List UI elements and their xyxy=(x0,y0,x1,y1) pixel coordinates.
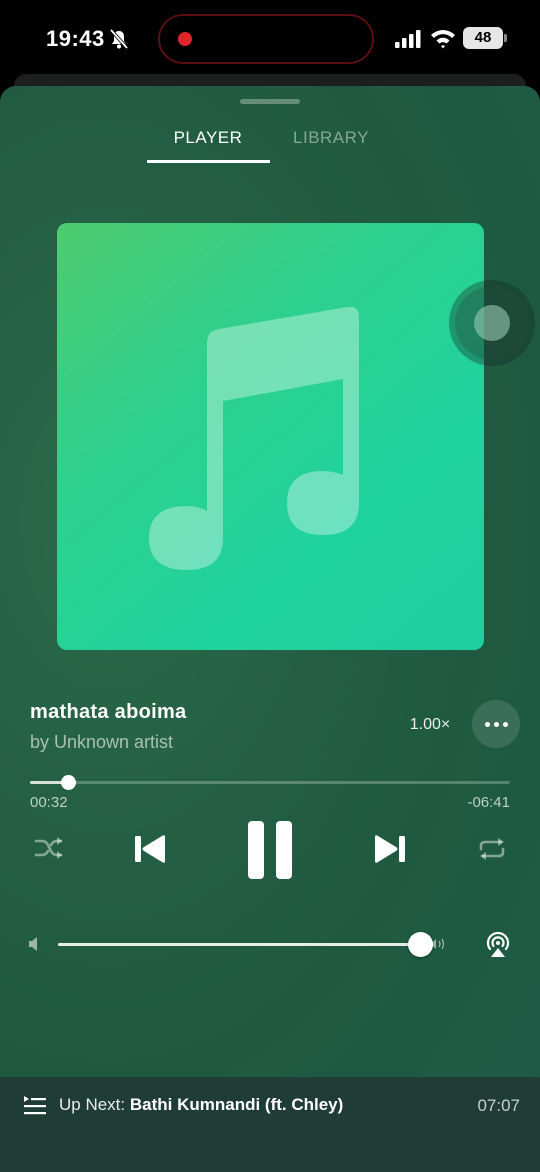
more-icon-dot xyxy=(493,721,499,727)
previous-track-icon[interactable] xyxy=(133,834,167,864)
bell-slash-icon xyxy=(110,29,128,49)
cellular-signal-icon xyxy=(395,30,421,48)
track-artist: by Unknown artist xyxy=(30,732,174,752)
recording-indicator xyxy=(178,32,192,46)
shuffle-icon[interactable] xyxy=(34,836,64,860)
tab-player[interactable]: PLAYER xyxy=(147,128,269,148)
pause-icon[interactable] xyxy=(246,819,294,881)
more-icon-dot xyxy=(484,721,490,727)
battery-cap xyxy=(504,34,507,42)
up-next-duration: 07:07 xyxy=(477,1096,520,1115)
remaining-time: -06:41 xyxy=(467,794,510,811)
dynamic-island xyxy=(158,14,374,64)
playback-speed-button[interactable]: 1.00× xyxy=(400,716,460,734)
more-icon-dot xyxy=(502,721,508,727)
up-next-bar[interactable]: Up Next: Bathi Kumnandi (ft. Chley) 07:0… xyxy=(0,1077,540,1172)
up-next-label: Up Next: Bathi Kumnandi (ft. Chley) xyxy=(59,1095,343,1115)
sheet-grabber[interactable] xyxy=(240,99,300,104)
status-time: 19:43 xyxy=(46,26,105,51)
touch-indicator xyxy=(455,286,529,360)
volume-slider[interactable] xyxy=(58,932,433,957)
music-note-icon xyxy=(149,306,359,570)
album-artwork xyxy=(57,223,484,650)
battery-icon: 48 xyxy=(463,27,503,49)
volume-high-icon xyxy=(431,938,445,950)
tab-library[interactable]: LIBRARY xyxy=(270,128,392,148)
elapsed-time: 00:32 xyxy=(30,794,68,811)
more-button[interactable] xyxy=(472,700,520,748)
progress-slider[interactable] xyxy=(30,775,510,790)
wifi-icon xyxy=(431,30,455,49)
player-sheet: PLAYER LIBRARY mathata aboima by Unknown… xyxy=(0,86,540,1172)
progress-knob[interactable] xyxy=(61,775,77,790)
track-title: mathata aboima xyxy=(30,701,187,723)
up-next-title: Bathi Kumnandi (ft. Chley) xyxy=(129,1095,344,1114)
next-track-icon[interactable] xyxy=(373,834,407,864)
up-next-prefix: Up Next: xyxy=(59,1095,130,1114)
repeat-icon[interactable] xyxy=(477,836,507,862)
status-bar: 19:43 48 xyxy=(0,0,540,80)
volume-low-icon xyxy=(29,937,37,951)
tab-active-indicator xyxy=(147,160,270,163)
queue-list-icon[interactable] xyxy=(23,1095,47,1117)
airplay-icon[interactable] xyxy=(484,932,512,958)
tab-bar: PLAYER LIBRARY xyxy=(0,128,540,168)
volume-fill xyxy=(58,943,420,946)
